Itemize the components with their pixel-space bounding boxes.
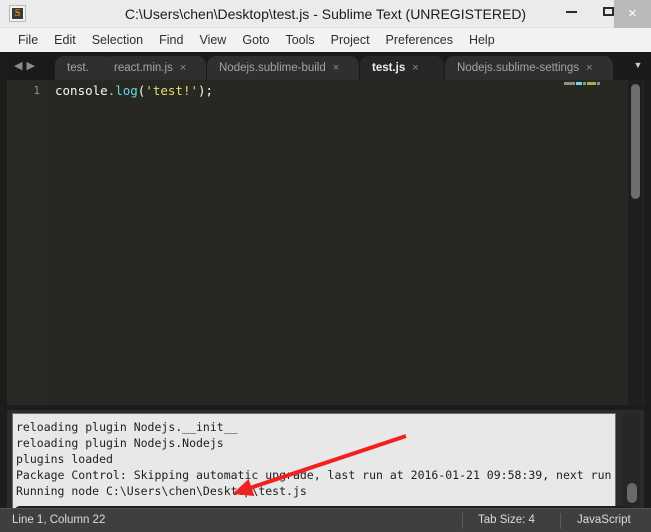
minimize-icon — [566, 10, 577, 13]
console-line: plugins loaded — [16, 452, 113, 466]
menu-item-project[interactable]: Project — [323, 31, 378, 49]
menu-item-selection[interactable]: Selection — [84, 31, 151, 49]
console-line: Package Control: Skipping automatic upgr… — [16, 468, 616, 482]
build-output-panel: reloading plugin Nodejs.__init__ reloadi… — [7, 410, 644, 522]
sublime-text-window: S C:\Users\chen\Desktop\test.js - Sublim… — [0, 0, 651, 532]
menu-item-preferences[interactable]: Preferences — [378, 31, 461, 49]
tab-test-js[interactable]: test.js × — [360, 56, 444, 80]
status-tab-size[interactable]: Tab Size: 4 — [478, 509, 535, 532]
code-token-semicolon: ; — [205, 83, 214, 98]
sublime-body: ◀▶ test. react.min.js × Nodejs.sublime-bu… — [0, 52, 651, 532]
tab-nav-next-icon[interactable]: ▶ — [26, 60, 38, 72]
code-token-close-paren: ) — [198, 83, 206, 98]
tab-label: test. — [67, 62, 89, 74]
tab-bar: ◀▶ test. react.min.js × Nodejs.sublime-bu… — [7, 52, 651, 80]
menu-item-view[interactable]: View — [191, 31, 234, 49]
tab-nodejs-sublime-build[interactable]: Nodejs.sublime-build × — [207, 56, 359, 80]
code-line-1: console.log('test!'); — [55, 83, 213, 98]
minimap-line-1 — [564, 82, 601, 85]
editor-vertical-scrollbar[interactable] — [628, 80, 643, 405]
tab-nav-prev-icon[interactable]: ◀ — [14, 60, 26, 72]
status-divider — [560, 513, 561, 529]
editor-gutter: 1 — [7, 80, 47, 405]
title-bar: S C:\Users\chen\Desktop\test.js - Sublim… — [0, 0, 651, 28]
menu-item-tools[interactable]: Tools — [277, 31, 322, 49]
console-line: reloading plugin Nodejs.Nodejs — [16, 436, 224, 450]
code-editor[interactable]: 1 console.log('test!'); — [7, 80, 644, 405]
tab-label: Nodejs.sublime-build — [219, 62, 326, 74]
console-scrollbar-thumb[interactable] — [627, 483, 637, 503]
tab-overflow-chevron-down-icon[interactable]: ▼ — [631, 60, 645, 70]
tab-nav-arrows[interactable]: ◀▶ — [14, 59, 52, 73]
code-token-method: .log — [107, 83, 138, 98]
menu-item-help[interactable]: Help — [461, 31, 503, 49]
console-line: reloading plugin Nodejs.__init__ — [16, 420, 238, 434]
status-syntax[interactable]: JavaScript — [577, 509, 631, 532]
close-button[interactable]: × — [614, 0, 651, 28]
status-cursor-position: Line 1, Column 22 — [12, 514, 106, 526]
tab-nodejs-sublime-settings[interactable]: Nodejs.sublime-settings × — [445, 56, 613, 80]
menu-item-edit[interactable]: Edit — [46, 31, 84, 49]
code-token-object: console — [55, 83, 108, 98]
tab-label: Nodejs.sublime-settings — [457, 62, 580, 74]
menu-item-goto[interactable]: Goto — [234, 31, 277, 49]
code-token-string: 'test!' — [145, 83, 199, 98]
line-number: 1 — [33, 84, 40, 97]
editor-scrollbar-thumb[interactable] — [631, 84, 640, 199]
tab-close-icon[interactable]: × — [333, 62, 339, 74]
minimize-button[interactable] — [553, 0, 590, 22]
tab-react-min-js[interactable]: react.min.js × — [102, 56, 206, 80]
console-line: Running node C:\Users\chen\Desktop\test.… — [16, 484, 307, 498]
tab-close-icon[interactable]: × — [180, 62, 186, 74]
console-vertical-scrollbar[interactable] — [623, 413, 640, 509]
menu-item-find[interactable]: Find — [151, 31, 191, 49]
maximize-icon — [603, 7, 614, 17]
menu-bar: File Edit Selection Find View Goto Tools… — [0, 28, 651, 52]
tab-label: test.js — [372, 62, 406, 74]
tab-close-icon[interactable]: × — [586, 62, 592, 74]
status-divider — [462, 513, 463, 529]
tab-label: react.min.js — [114, 62, 173, 74]
menu-item-file[interactable]: File — [10, 31, 46, 49]
console-output[interactable]: reloading plugin Nodejs.__init__ reloadi… — [12, 413, 616, 509]
editor-minimap[interactable] — [556, 80, 628, 405]
tab-close-icon[interactable]: × — [412, 62, 418, 74]
status-bar: Line 1, Column 22 Tab Size: 4 JavaScript — [0, 508, 651, 532]
